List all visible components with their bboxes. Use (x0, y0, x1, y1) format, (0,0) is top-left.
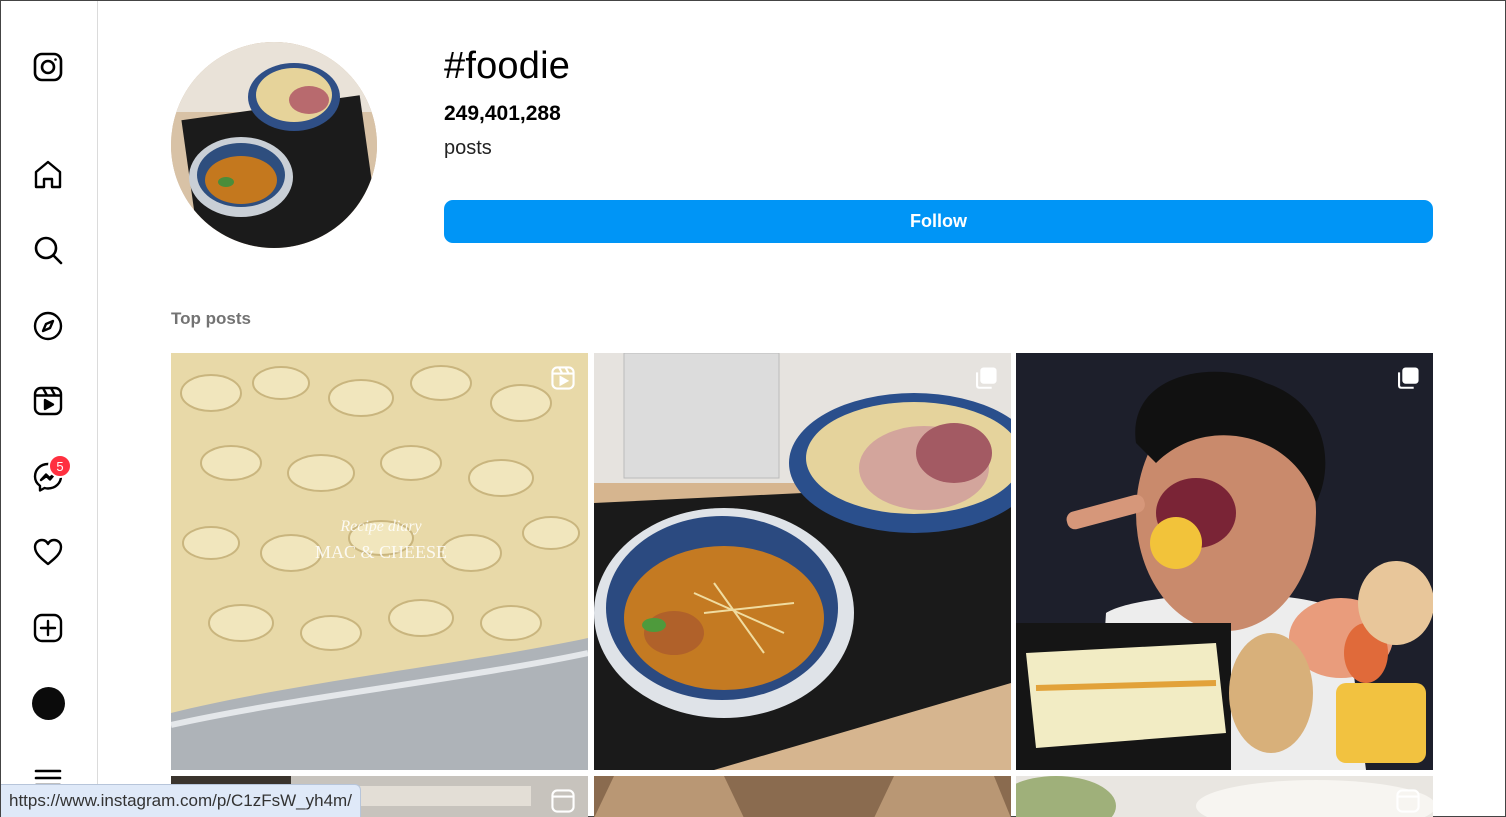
post-tile-2[interactable] (594, 353, 1011, 770)
post-image-mac-cheese: Recipe diary MAC & CHEESE (171, 353, 588, 770)
post-count: 249,401,288 (444, 102, 561, 125)
post-image-tsukemen (594, 353, 1011, 770)
post-overlay-text-2: MAC & CHEESE (315, 542, 447, 562)
status-bar-url: https://www.instagram.com/p/C1zFsW_yh4m/ (1, 784, 361, 817)
post-overlay-text-1: Recipe diary (339, 518, 422, 535)
carousel-icon (976, 367, 997, 389)
hashtag-avatar (171, 42, 377, 248)
explore-icon[interactable] (31, 309, 65, 343)
messages-badge: 5 (48, 454, 72, 478)
instagram-logo-icon[interactable] (31, 50, 65, 84)
post-tile-6[interactable] (1016, 776, 1433, 817)
post-image-mukbang (1016, 353, 1433, 770)
sidebar: 5 (1, 1, 98, 817)
post-tile-1[interactable]: Recipe diary MAC & CHEESE (171, 353, 588, 770)
post-tile-5[interactable] (594, 776, 1011, 817)
post-image-partial-5 (594, 776, 1011, 817)
search-icon[interactable] (31, 233, 65, 267)
create-icon[interactable] (31, 611, 65, 645)
carousel-icon (1398, 367, 1419, 389)
post-tile-3[interactable] (1016, 353, 1433, 770)
follow-button[interactable]: Follow (444, 200, 1433, 243)
reels-icon (551, 366, 575, 390)
reels-icon[interactable] (31, 384, 65, 418)
heart-icon[interactable] (31, 535, 65, 569)
reels-icon (551, 789, 575, 813)
reels-icon (1396, 789, 1420, 813)
home-icon[interactable] (31, 158, 65, 192)
post-count-label: posts (444, 137, 492, 159)
top-posts-heading: Top posts (171, 309, 251, 328)
profile-avatar[interactable] (32, 687, 65, 720)
post-image-partial-6 (1016, 776, 1433, 817)
hashtag-title: #foodie (444, 45, 571, 87)
